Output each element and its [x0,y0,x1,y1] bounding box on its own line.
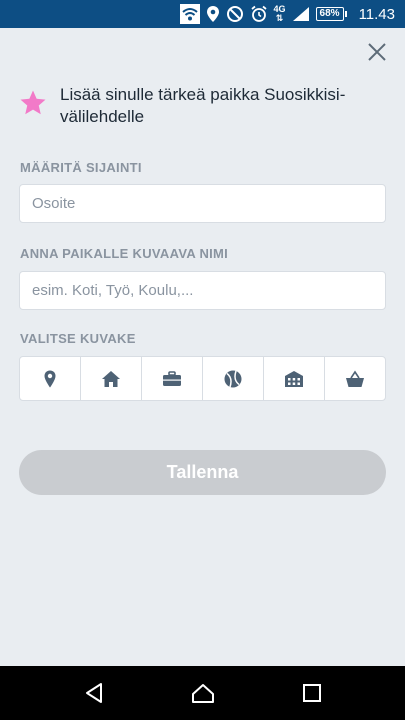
icon-option-shopping[interactable] [325,357,385,400]
icon-select-label: VALITSE KUVAKE [20,331,136,346]
do-not-disturb-icon [226,6,243,22]
clock: 11.43 [358,5,395,23]
data-arrows-icon: ⇅ [275,13,284,23]
star-icon [20,90,46,115]
icon-option-location[interactable] [20,357,81,400]
network-indicator: 4G ⇅ [274,5,286,23]
briefcase-icon [163,370,181,386]
name-input[interactable] [20,272,385,309]
ball-icon [224,370,242,387]
header: Lisää sinulle tärkeä paikka Suosikkisi-v… [18,84,388,128]
home-icon [102,370,120,387]
address-field[interactable] [19,184,386,223]
home-nav-icon[interactable] [190,682,216,704]
building-icon [285,370,303,387]
wifi-icon [179,4,200,24]
status-bar: 4G ⇅ 68% 11.43 [0,0,405,28]
signal-icon [292,7,309,21]
icon-option-home[interactable] [81,357,142,400]
basket-icon [346,370,364,387]
icon-option-building[interactable] [264,357,325,400]
close-button[interactable] [365,40,389,64]
location-icon [206,6,219,22]
back-icon[interactable] [83,682,105,704]
alarm-icon [250,5,267,22]
close-icon [368,43,386,61]
icon-option-work[interactable] [142,357,203,400]
name-field[interactable] [19,271,386,310]
icon-selector [19,356,386,401]
location-label: MÄÄRITÄ SIJAINTI [20,160,142,175]
recents-icon[interactable] [302,683,322,703]
icon-option-ball[interactable] [203,357,264,400]
battery-indicator: 68% [315,7,347,21]
name-label: ANNA PAIKALLE KUVAAVA NIMI [20,246,229,261]
save-button[interactable]: Tallenna [19,450,386,495]
navigation-bar [0,666,405,720]
page-title: Lisää sinulle tärkeä paikka Suosikkisi-v… [60,85,346,126]
location-pin-icon [44,370,56,387]
address-input[interactable] [20,185,385,222]
